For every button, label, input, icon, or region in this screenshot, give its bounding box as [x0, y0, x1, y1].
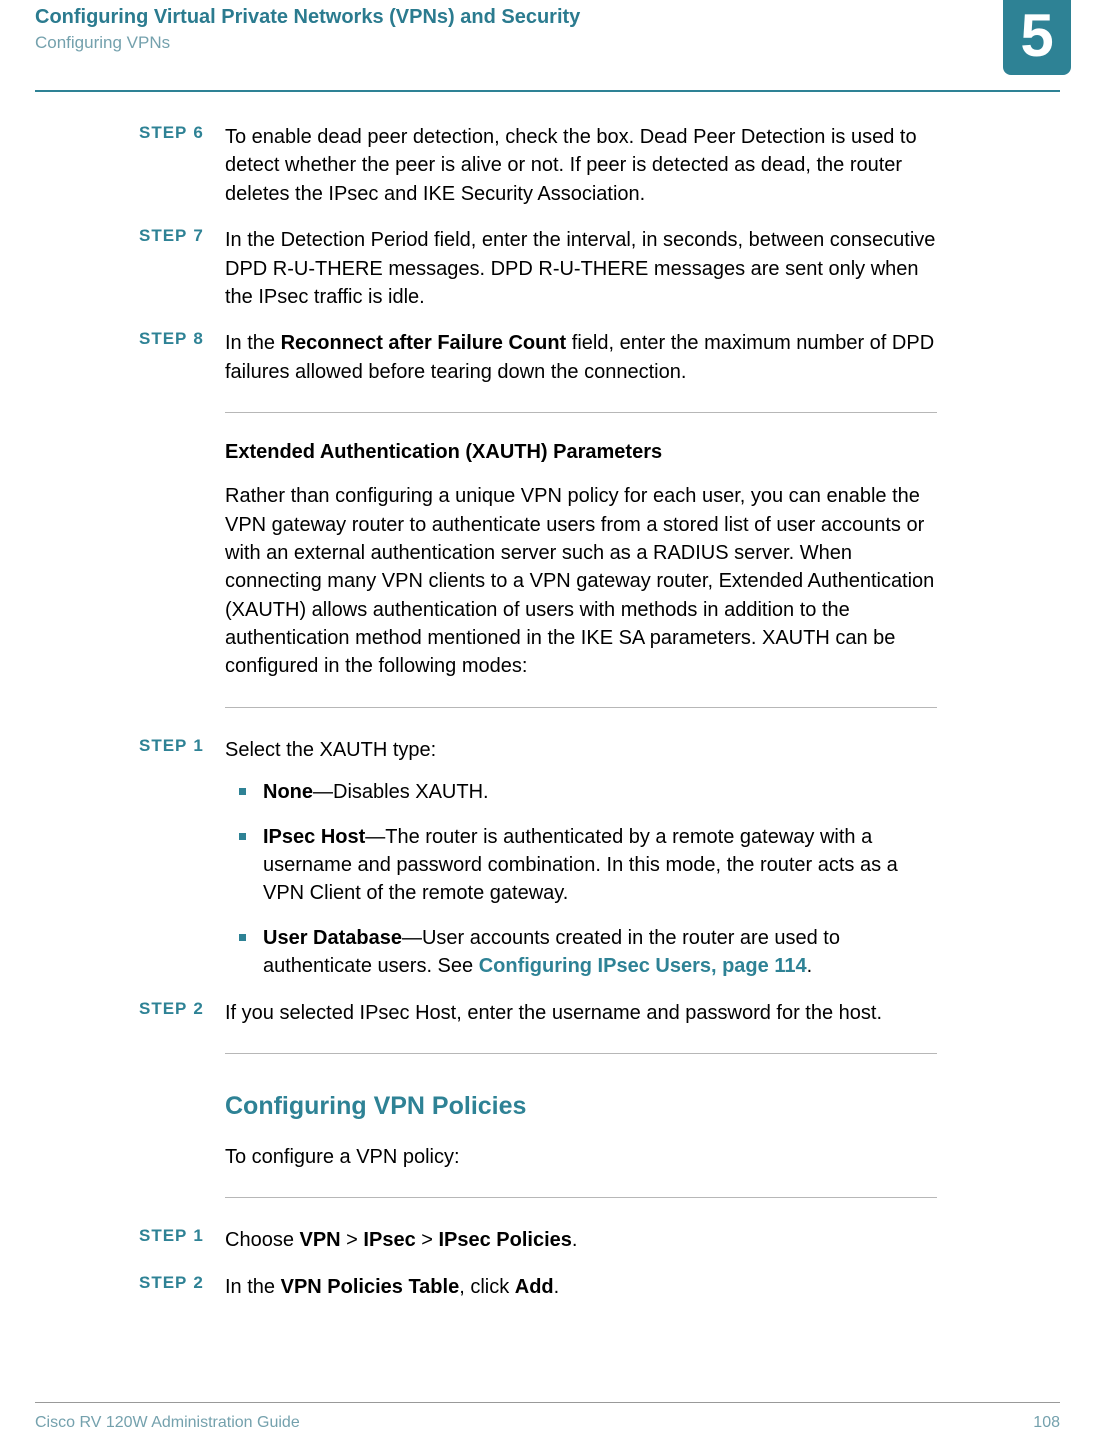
- step-body: In the Detection Period field, enter the…: [225, 226, 937, 311]
- list-item-text: User Database—User accounts created in t…: [263, 927, 840, 977]
- footer-rule: [35, 1402, 1060, 1403]
- list-item: IPsec Host—The router is authenticated b…: [225, 823, 937, 908]
- list-item-text: None—Disables XAUTH.: [263, 781, 489, 803]
- bullet-list: None—Disables XAUTH. IPsec Host—The route…: [225, 778, 937, 980]
- footer-guide-title: Cisco RV 120W Administration Guide: [35, 1414, 300, 1432]
- step-label: STEP8: [139, 329, 204, 349]
- step-row: STEP7In the Detection Period field, ente…: [225, 226, 937, 311]
- step-body: In the Reconnect after Failure Count fie…: [225, 329, 937, 386]
- list-item-text: IPsec Host—The router is authenticated b…: [263, 826, 898, 905]
- page-number: 108: [1033, 1414, 1060, 1432]
- header-rule: [35, 90, 1060, 92]
- chapter-title: Configuring Virtual Private Networks (VP…: [35, 6, 580, 29]
- list-item: None—Disables XAUTH.: [225, 778, 937, 806]
- separator: [225, 1197, 937, 1198]
- step-row: STEP1Select the XAUTH type:None—Disables…: [225, 736, 937, 981]
- link-ipsec-users[interactable]: Configuring IPsec Users, page 114: [479, 955, 807, 977]
- chapter-number-badge: 5: [1003, 0, 1071, 75]
- step-row: STEP8In the Reconnect after Failure Coun…: [225, 329, 937, 386]
- xauth-paragraph: Rather than configuring a unique VPN pol…: [225, 482, 937, 681]
- step-body: Choose VPN > IPsec > IPsec Policies.: [225, 1226, 937, 1254]
- vpn-policies-intro: To configure a VPN policy:: [225, 1143, 937, 1171]
- step-row: STEP6To enable dead peer detection, chec…: [225, 123, 937, 208]
- step-row: STEP2If you selected IPsec Host, enter t…: [225, 999, 937, 1027]
- step-label: STEP6: [139, 123, 204, 143]
- step-body: In the VPN Policies Table, click Add.: [225, 1273, 937, 1301]
- step-label: STEP1: [139, 736, 204, 756]
- bullet-icon: [239, 934, 246, 941]
- step-row: STEP1Choose VPN > IPsec > IPsec Policies…: [225, 1226, 937, 1254]
- section-breadcrumb: Configuring VPNs: [35, 33, 170, 53]
- bullet-icon: [239, 833, 246, 840]
- separator: [225, 707, 937, 708]
- step-body: Select the XAUTH type:: [225, 736, 937, 764]
- xauth-heading: Extended Authentication (XAUTH) Paramete…: [225, 441, 937, 464]
- separator: [225, 412, 937, 413]
- list-item: User Database—User accounts created in t…: [225, 924, 937, 981]
- step-row: STEP2In the VPN Policies Table, click Ad…: [225, 1273, 937, 1301]
- main-content: STEP6To enable dead peer detection, chec…: [225, 123, 937, 1319]
- step-label: STEP2: [139, 1273, 204, 1293]
- separator: [225, 1053, 937, 1054]
- step-body: To enable dead peer detection, check the…: [225, 123, 937, 208]
- step-body: If you selected IPsec Host, enter the us…: [225, 999, 937, 1027]
- step-label: STEP2: [139, 999, 204, 1019]
- step-label: STEP7: [139, 226, 204, 246]
- bullet-icon: [239, 788, 246, 795]
- vpn-policies-heading: Configuring VPN Policies: [225, 1092, 937, 1121]
- step-label: STEP1: [139, 1226, 204, 1246]
